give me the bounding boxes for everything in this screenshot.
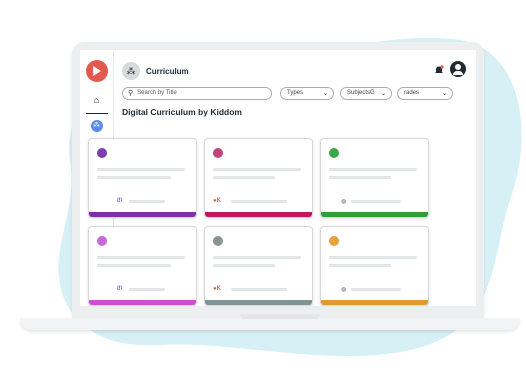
monitor-icon	[213, 148, 223, 158]
subtitle-placeholder	[97, 264, 171, 267]
title-placeholder	[97, 168, 185, 171]
laptop-base	[20, 318, 520, 330]
chevron-down-icon: ⌄	[380, 90, 386, 97]
title-placeholder	[329, 256, 417, 259]
laptop-screen: ⌂ ⁂ ⁂ Curriculum ⚲ Search by Title Types…	[72, 42, 484, 314]
publisher-logo: ◍	[341, 287, 347, 293]
types-dropdown[interactable]: Types ⌄	[280, 86, 334, 100]
card-color-bar	[205, 300, 312, 305]
curriculum-icon: ⁂	[122, 62, 140, 80]
sidebar-item-curriculum[interactable]: ⁂	[90, 120, 103, 132]
publisher-placeholder	[129, 200, 165, 203]
filter-bar: ⚲ Search by Title Types ⌄ SubjectsG ⌄ ra…	[122, 86, 466, 100]
grades-dropdown[interactable]: rades ⌄	[397, 86, 453, 100]
user-avatar[interactable]	[450, 61, 466, 77]
card-color-bar	[205, 212, 312, 217]
page-title: Digital Curriculum by Kiddom	[122, 107, 242, 117]
title-placeholder	[97, 256, 185, 259]
publisher-logo: ●K	[213, 286, 221, 292]
card-color-bar	[89, 212, 196, 217]
breadcrumb: Curriculum	[146, 66, 189, 76]
curriculum-grid: i!\ ●K ◍ i!\ ●K ◍	[88, 138, 430, 306]
subjects-label: SubjectsG	[347, 90, 375, 96]
card-color-bar	[321, 212, 428, 217]
chevron-down-icon: ⌄	[322, 90, 328, 97]
app-window: ⌂ ⁂ ⁂ Curriculum ⚲ Search by Title Types…	[80, 50, 476, 314]
planet-icon	[97, 236, 107, 246]
publisher-logo: ●K	[213, 198, 221, 204]
grades-label: rades	[404, 90, 420, 96]
subtitle-placeholder	[329, 264, 391, 267]
card-color-bar	[321, 300, 428, 305]
chevron-down-icon: ⌄	[441, 90, 447, 97]
sidebar-divider	[85, 113, 108, 114]
curriculum-card[interactable]: i!\	[88, 226, 197, 306]
publisher-logo: i!\	[117, 198, 123, 204]
publisher-placeholder	[231, 200, 287, 203]
title-placeholder	[213, 168, 301, 171]
card-color-bar	[89, 300, 196, 305]
search-input[interactable]: ⚲ Search by Title	[122, 86, 272, 100]
subtitle-placeholder	[213, 264, 275, 267]
kiddom-logo[interactable]	[85, 60, 108, 82]
microscope-icon	[213, 236, 223, 246]
home-icon[interactable]: ⌂	[94, 96, 99, 105]
curriculum-card[interactable]: i!\	[88, 138, 197, 218]
types-label: Types	[287, 90, 304, 96]
publisher-logo: i!\	[117, 286, 123, 292]
title-placeholder	[329, 168, 417, 171]
publisher-placeholder	[129, 288, 165, 291]
globe-icon	[329, 148, 339, 158]
curriculum-card[interactable]: ●K	[204, 138, 313, 218]
publisher-placeholder	[231, 288, 287, 291]
search-icon: ⚲	[128, 90, 134, 97]
curriculum-card[interactable]: ◍	[320, 138, 429, 218]
subjects-dropdown[interactable]: SubjectsG ⌄	[340, 86, 392, 100]
publisher-placeholder	[351, 288, 401, 291]
title-placeholder	[213, 256, 301, 259]
publisher-placeholder	[351, 200, 401, 203]
notification-bell-icon[interactable]	[434, 65, 444, 75]
subtitle-placeholder	[329, 176, 391, 179]
subtitle-placeholder	[97, 176, 171, 179]
book-icon	[97, 148, 107, 158]
subtitle-placeholder	[213, 176, 275, 179]
search-placeholder: Search by Title	[137, 90, 177, 96]
publisher-logo: ◍	[341, 199, 347, 205]
curriculum-card[interactable]: ●K	[204, 226, 313, 306]
top-bar: ⁂ Curriculum	[122, 60, 466, 82]
curriculum-card[interactable]: ◍	[320, 226, 429, 306]
laptop-notch	[240, 314, 320, 319]
chat-icon	[329, 236, 339, 246]
marketing-stage: ⌂ ⁂ ⁂ Curriculum ⚲ Search by Title Types…	[0, 0, 526, 368]
